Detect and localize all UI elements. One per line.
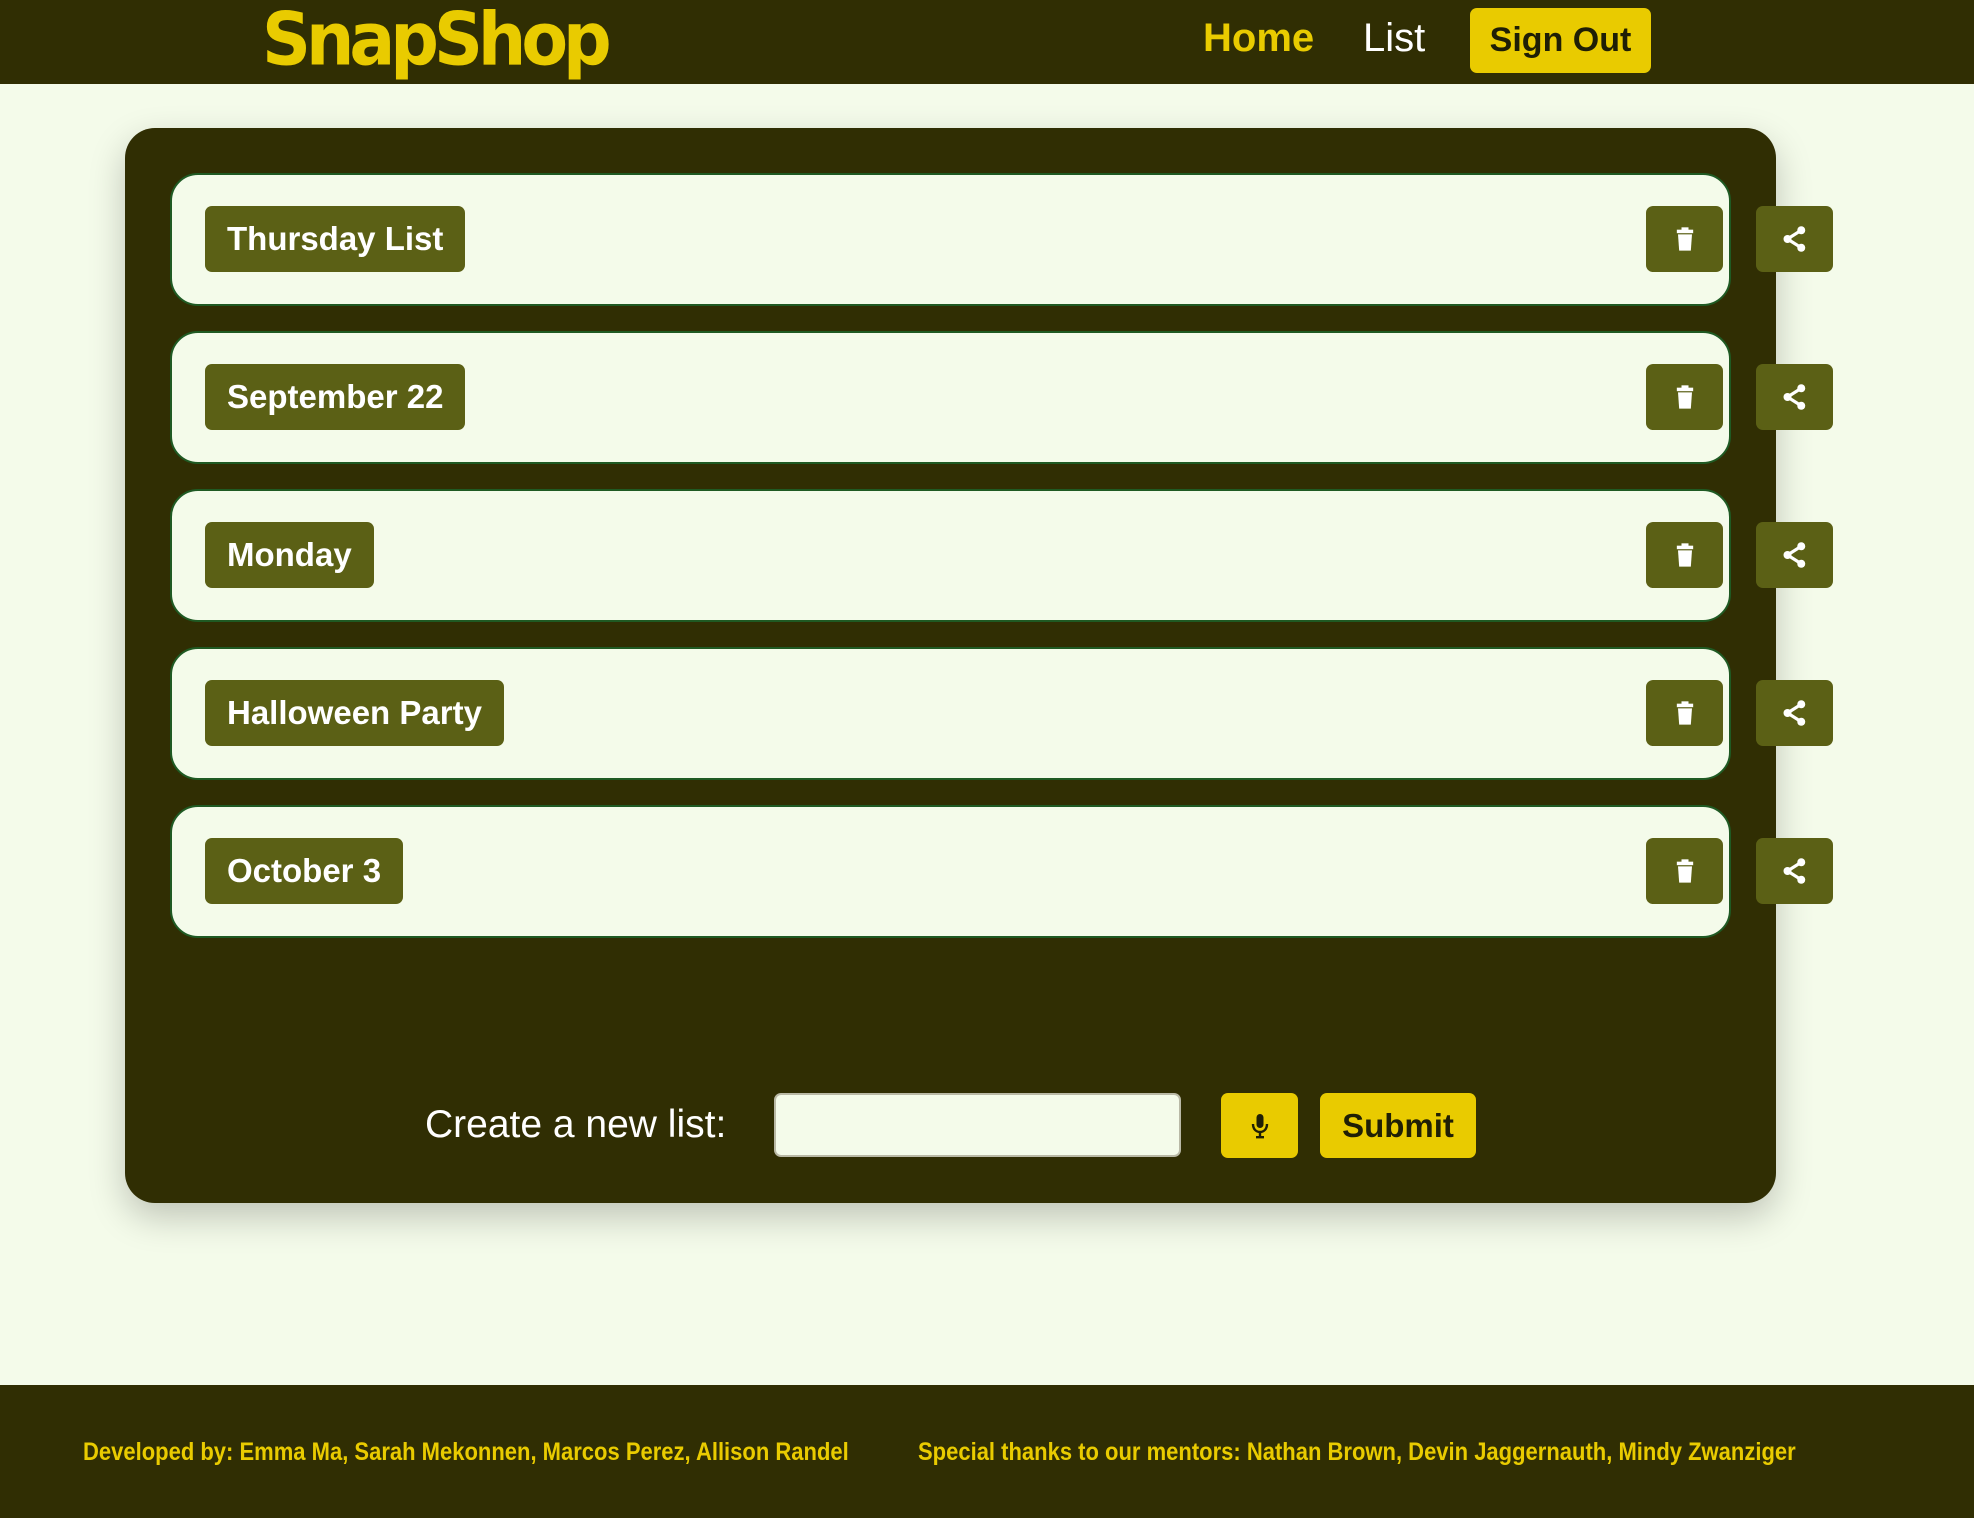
- brand-logo[interactable]: SnapShop: [262, 1, 612, 80]
- share-icon: [1783, 384, 1805, 410]
- list-item: October 3: [170, 805, 1833, 938]
- trash-icon: [1676, 701, 1693, 725]
- delete-list-button[interactable]: [1646, 522, 1723, 588]
- list-name-button[interactable]: September 22: [205, 364, 466, 430]
- share-icon: [1783, 542, 1805, 568]
- trash-icon: [1676, 385, 1693, 409]
- delete-list-button[interactable]: [1646, 206, 1723, 272]
- lists-panel: Thursday List September 22 Monday Hallow…: [125, 128, 1833, 1203]
- list-item: September 22: [170, 331, 1833, 464]
- list-item: Monday: [170, 489, 1833, 622]
- voice-input-button[interactable]: [1221, 1093, 1298, 1158]
- share-list-button[interactable]: [1756, 206, 1833, 272]
- list-name-button[interactable]: Monday: [205, 522, 374, 588]
- top-navigation: SnapShop Home List Sign Out: [0, 0, 1974, 84]
- nav-home-link[interactable]: Home: [1203, 14, 1314, 62]
- list-name-button[interactable]: October 3: [205, 838, 404, 904]
- nav-list-link[interactable]: List: [1363, 14, 1425, 62]
- share-icon: [1783, 858, 1805, 884]
- trash-icon: [1676, 227, 1693, 251]
- create-list-label: Create a new list:: [425, 1103, 727, 1146]
- share-list-button[interactable]: [1756, 522, 1833, 588]
- share-icon: [1783, 700, 1805, 726]
- list-name-button[interactable]: Halloween Party: [205, 680, 504, 746]
- share-list-button[interactable]: [1756, 838, 1833, 904]
- submit-button[interactable]: Submit: [1320, 1093, 1476, 1158]
- sign-out-button[interactable]: Sign Out: [1470, 8, 1651, 73]
- list-name-button[interactable]: Thursday List: [205, 206, 466, 272]
- new-list-name-input[interactable]: [774, 1093, 1181, 1157]
- delete-list-button[interactable]: [1646, 364, 1723, 430]
- delete-list-button[interactable]: [1646, 838, 1723, 904]
- share-icon: [1783, 226, 1805, 252]
- developer-credits: Developed by: Emma Ma, Sarah Mekonnen, M…: [83, 1438, 849, 1466]
- list-item: Halloween Party: [170, 647, 1833, 780]
- microphone-icon: [1251, 1113, 1268, 1138]
- trash-icon: [1676, 859, 1693, 883]
- trash-icon: [1676, 543, 1693, 567]
- footer: Developed by: Emma Ma, Sarah Mekonnen, M…: [0, 1385, 1974, 1518]
- share-list-button[interactable]: [1756, 680, 1833, 746]
- share-list-button[interactable]: [1756, 364, 1833, 430]
- delete-list-button[interactable]: [1646, 680, 1723, 746]
- list-item: Thursday List: [170, 173, 1833, 306]
- mentor-credits: Special thanks to our mentors: Nathan Br…: [918, 1438, 1796, 1466]
